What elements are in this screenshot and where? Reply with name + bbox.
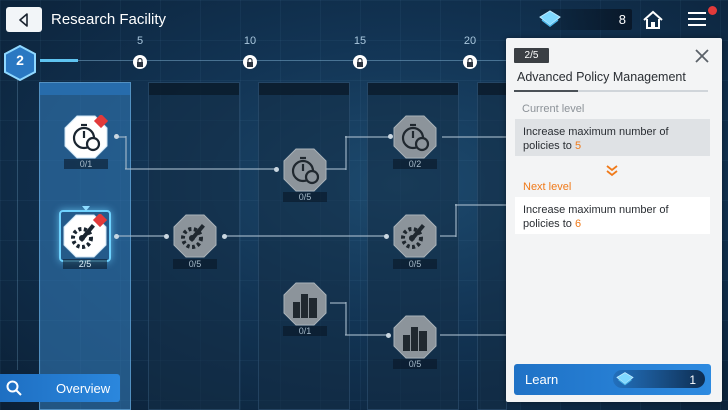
menu-notification-badge [708, 6, 717, 15]
selected-node-marker [82, 206, 90, 211]
search-icon [6, 380, 22, 396]
tech-node-city-1[interactable] [283, 282, 327, 326]
close-icon[interactable] [694, 48, 710, 64]
double-chevron-down-icon [606, 165, 618, 177]
current-level-value: 5 [574, 140, 582, 152]
level-progress-bar [40, 59, 78, 62]
next-level-value: 6 [574, 218, 582, 230]
current-level-text: Increase maximum number of policies to [523, 126, 669, 152]
ruler-mark: 20 [463, 35, 477, 47]
tech-node-gear-2[interactable] [173, 214, 217, 258]
tech-level-badge: 2/5 [514, 48, 549, 63]
ruler-mark: 15 [353, 35, 367, 47]
current-level: 2 [16, 52, 24, 68]
tech-node-policy-1[interactable] [64, 115, 108, 159]
research-point-icon [616, 372, 634, 386]
level-ruler [40, 60, 510, 61]
node-count: 0/5 [188, 259, 202, 269]
lock-icon [243, 55, 257, 69]
top-bar: Research Facility 8 [0, 0, 728, 40]
node-count: 0/1 [298, 326, 312, 336]
node-count: 0/5 [298, 192, 312, 202]
learn-cost-value: 1 [689, 373, 696, 387]
tier-column-5 [477, 82, 507, 410]
next-level-description: Increase maximum number of policies to 6 [523, 203, 708, 231]
node-count: 0/5 [408, 359, 422, 369]
research-point-icon [539, 10, 561, 27]
tech-node-city-2[interactable] [393, 315, 437, 359]
tier-column-3 [258, 82, 350, 410]
tech-node-gear-3[interactable] [393, 214, 437, 258]
learn-label: Learn [525, 372, 559, 387]
menu-button[interactable] [688, 10, 708, 28]
lock-icon [353, 55, 367, 69]
node-count: 0/2 [408, 159, 422, 169]
current-level-description: Increase maximum number of policies to 5 [523, 125, 708, 153]
next-level-label: Next level [523, 181, 572, 193]
lock-icon [133, 55, 147, 69]
lock-icon [463, 55, 477, 69]
title-divider-highlight [514, 90, 578, 92]
tech-node-policy-2[interactable] [283, 148, 327, 192]
node-count: 0/5 [408, 259, 422, 269]
node-count: 0/1 [79, 159, 93, 169]
overview-label: Overview [56, 381, 111, 396]
back-button[interactable] [6, 7, 42, 32]
tech-node-policy-3[interactable] [393, 115, 437, 159]
ruler-mark: 10 [243, 35, 257, 47]
tech-title: Advanced Policy Management [517, 70, 686, 84]
back-arrow-icon [19, 12, 28, 27]
next-level-text: Increase maximum number of policies to [523, 204, 669, 230]
ruler-mark: 5 [136, 35, 144, 47]
page-title: Research Facility [51, 11, 167, 28]
tech-node-gear-1[interactable] [63, 214, 107, 258]
research-points-value: 8 [618, 12, 626, 27]
current-level-label: Current level [522, 103, 585, 115]
side-ruler [0, 80, 18, 370]
node-count: 2/5 [78, 259, 92, 269]
home-button[interactable] [642, 9, 664, 31]
